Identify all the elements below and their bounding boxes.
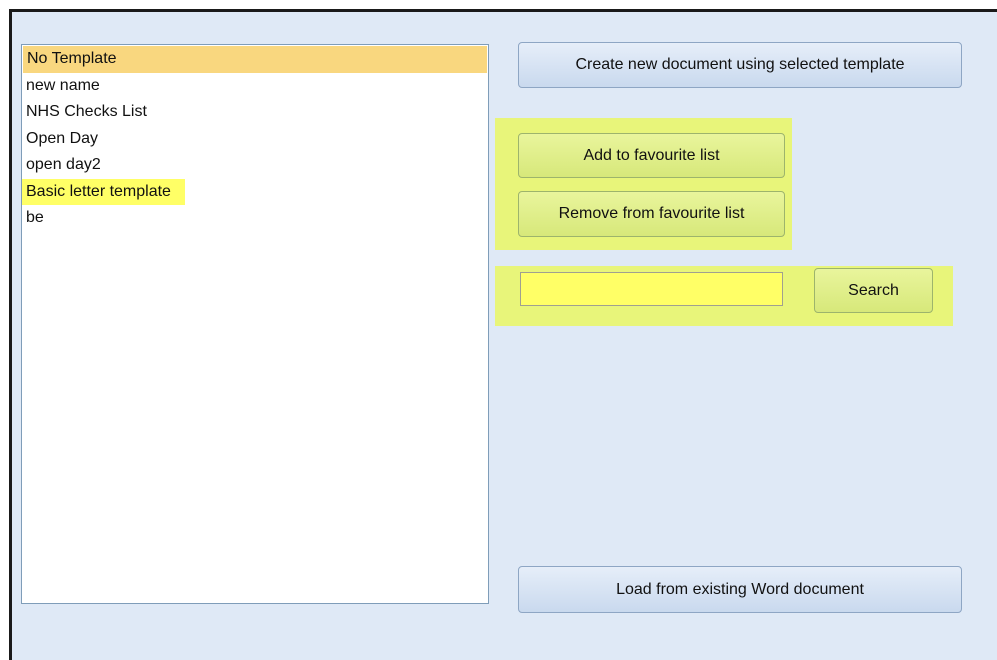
- list-item[interactable]: open day2: [22, 152, 488, 179]
- list-item[interactable]: be: [22, 205, 488, 232]
- list-item[interactable]: Basic letter template: [22, 178, 185, 205]
- remove-from-favourites-button[interactable]: Remove from favourite list: [518, 191, 785, 237]
- search-input[interactable]: [520, 272, 783, 306]
- search-button[interactable]: Search: [814, 268, 933, 313]
- load-word-document-button[interactable]: Load from existing Word document: [518, 566, 962, 613]
- window-frame: No Template new name NHS Checks List Ope…: [0, 0, 997, 660]
- list-item[interactable]: NHS Checks List: [22, 99, 488, 126]
- add-to-favourites-button[interactable]: Add to favourite list: [518, 133, 785, 178]
- list-item[interactable]: new name: [22, 73, 488, 100]
- list-item[interactable]: No Template: [23, 46, 487, 73]
- create-document-button[interactable]: Create new document using selected templ…: [518, 42, 962, 88]
- list-item[interactable]: Open Day: [22, 126, 488, 153]
- template-listbox[interactable]: No Template new name NHS Checks List Ope…: [21, 44, 489, 604]
